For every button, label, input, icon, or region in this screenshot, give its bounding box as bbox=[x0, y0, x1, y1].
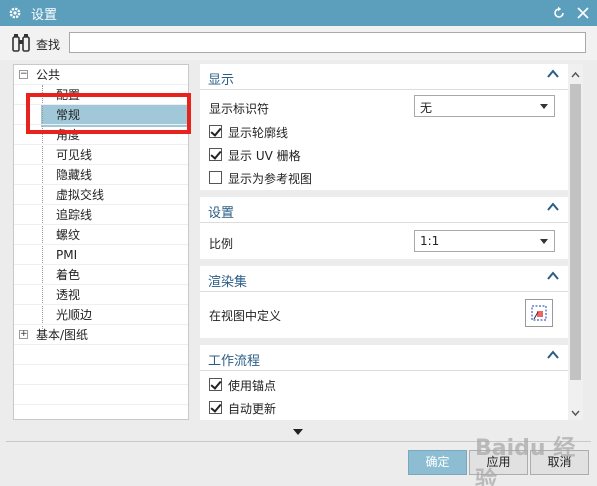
highlight-annotation bbox=[26, 93, 191, 134]
display-section: 显示 显示标识符 无 显示轮廓线 显示 UV 栅格 显示为参考视图 bbox=[200, 64, 568, 190]
tree-item-perspective[interactable]: 透视 bbox=[14, 285, 188, 305]
tree-empty-row bbox=[14, 385, 188, 405]
search-label: 查找 bbox=[36, 38, 61, 52]
tree-item-label: 隐藏线 bbox=[56, 168, 93, 182]
tree-empty-row bbox=[14, 365, 188, 385]
collapse-caret-icon[interactable] bbox=[546, 269, 560, 283]
reset-icon[interactable] bbox=[551, 4, 567, 22]
checkbox-label: 显示 UV 栅格 bbox=[228, 149, 301, 163]
tree-item-label: 基本/图纸 bbox=[36, 328, 89, 342]
gear-icon bbox=[7, 5, 23, 21]
tree-item-label: 螺纹 bbox=[56, 228, 81, 242]
scale-label: 比例 bbox=[209, 237, 234, 251]
tree-item-label: 光顺边 bbox=[56, 308, 93, 322]
tree-item-basic-drawing[interactable]: + 基本/图纸 bbox=[14, 325, 188, 345]
tree-item-virtual-intersection[interactable]: 虚拟交线 bbox=[14, 185, 188, 205]
tree-item-label: 可见线 bbox=[56, 148, 93, 162]
identifier-select[interactable]: 无 bbox=[414, 95, 555, 117]
section-divider bbox=[200, 222, 568, 223]
auto-update-checkbox[interactable] bbox=[209, 401, 222, 414]
tree-item-hidden-lines[interactable]: 隐藏线 bbox=[14, 165, 188, 185]
tree-item-label: 虚拟交线 bbox=[56, 188, 105, 202]
collapse-caret-icon[interactable] bbox=[546, 67, 560, 81]
selection-box-icon bbox=[531, 305, 547, 321]
tree-item-common[interactable]: − 公共 bbox=[14, 65, 188, 85]
settings-panel: 显示 显示标识符 无 显示轮廓线 显示 UV 栅格 显示为参考视图 设置 比例 … bbox=[200, 64, 568, 420]
scroll-down-icon[interactable] bbox=[571, 406, 580, 417]
panel-scrollbar[interactable] bbox=[568, 64, 583, 420]
section-divider bbox=[200, 89, 568, 90]
tree-item-trace-lines[interactable]: 追踪线 bbox=[14, 205, 188, 225]
chevron-down-icon bbox=[540, 104, 548, 109]
chevron-down-icon bbox=[540, 239, 548, 244]
tree-item-label: 公共 bbox=[36, 68, 61, 82]
window-title: 设置 bbox=[31, 7, 58, 23]
identifier-label: 显示标识符 bbox=[209, 102, 270, 116]
checkbox-label: 使用锚点 bbox=[228, 379, 277, 393]
checkbox-label: 显示轮廓线 bbox=[228, 126, 289, 140]
show-as-reference-checkbox[interactable] bbox=[209, 171, 222, 184]
scroll-up-icon[interactable] bbox=[571, 69, 580, 78]
select-value: 无 bbox=[420, 101, 433, 115]
watermark: Baidu 经验 bbox=[475, 436, 576, 486]
section-divider bbox=[200, 291, 568, 292]
settings-section: 设置 比例 1:1 bbox=[200, 197, 568, 259]
section-header: 显示 bbox=[208, 73, 235, 88]
checkbox-label: 显示为参考视图 bbox=[228, 172, 313, 186]
define-in-view-label: 在视图中定义 bbox=[209, 309, 282, 323]
tree-item-label: 着色 bbox=[56, 268, 81, 282]
tree-item-shading[interactable]: 着色 bbox=[14, 265, 188, 285]
ok-button[interactable]: 确定 bbox=[408, 450, 467, 475]
expand-more-icon[interactable] bbox=[293, 429, 303, 435]
tree-item-smooth-edges[interactable]: 光顺边 bbox=[14, 305, 188, 325]
section-header: 设置 bbox=[208, 206, 235, 221]
use-anchor-checkbox[interactable] bbox=[209, 378, 222, 391]
scale-select[interactable]: 1:1 bbox=[414, 230, 555, 252]
tree-item-label: 追踪线 bbox=[56, 208, 93, 222]
show-outline-checkbox[interactable] bbox=[209, 125, 222, 138]
tree-item-label: PMI bbox=[56, 248, 78, 262]
show-uv-grid-checkbox[interactable] bbox=[209, 148, 222, 161]
select-value: 1:1 bbox=[420, 234, 440, 248]
collapse-icon[interactable]: − bbox=[19, 70, 28, 79]
tree-item-threads[interactable]: 螺纹 bbox=[14, 225, 188, 245]
title-bar: 设置 bbox=[0, 0, 597, 26]
define-in-view-button[interactable] bbox=[525, 299, 553, 327]
close-icon[interactable] bbox=[575, 4, 591, 22]
collapse-caret-icon[interactable] bbox=[546, 348, 560, 362]
section-header: 渲染集 bbox=[208, 275, 248, 290]
section-header: 工作流程 bbox=[208, 354, 261, 369]
tree-item-label: 透视 bbox=[56, 288, 81, 302]
tree-empty-row bbox=[14, 345, 188, 365]
tree-item-pmi[interactable]: PMI bbox=[14, 245, 188, 265]
collapse-caret-icon[interactable] bbox=[546, 200, 560, 214]
search-input[interactable] bbox=[69, 32, 586, 53]
search-row: 查找 bbox=[0, 26, 597, 60]
expand-icon[interactable]: + bbox=[19, 330, 28, 339]
render-set-section: 渲染集 在视图中定义 bbox=[200, 266, 568, 338]
tree-item-visible-lines[interactable]: 可见线 bbox=[14, 145, 188, 165]
scrollbar-thumb[interactable] bbox=[570, 84, 581, 380]
checkbox-label: 自动更新 bbox=[228, 402, 277, 416]
workflow-section: 工作流程 使用锚点 自动更新 bbox=[200, 345, 568, 420]
binoculars-icon bbox=[11, 33, 33, 53]
section-divider bbox=[200, 370, 568, 371]
